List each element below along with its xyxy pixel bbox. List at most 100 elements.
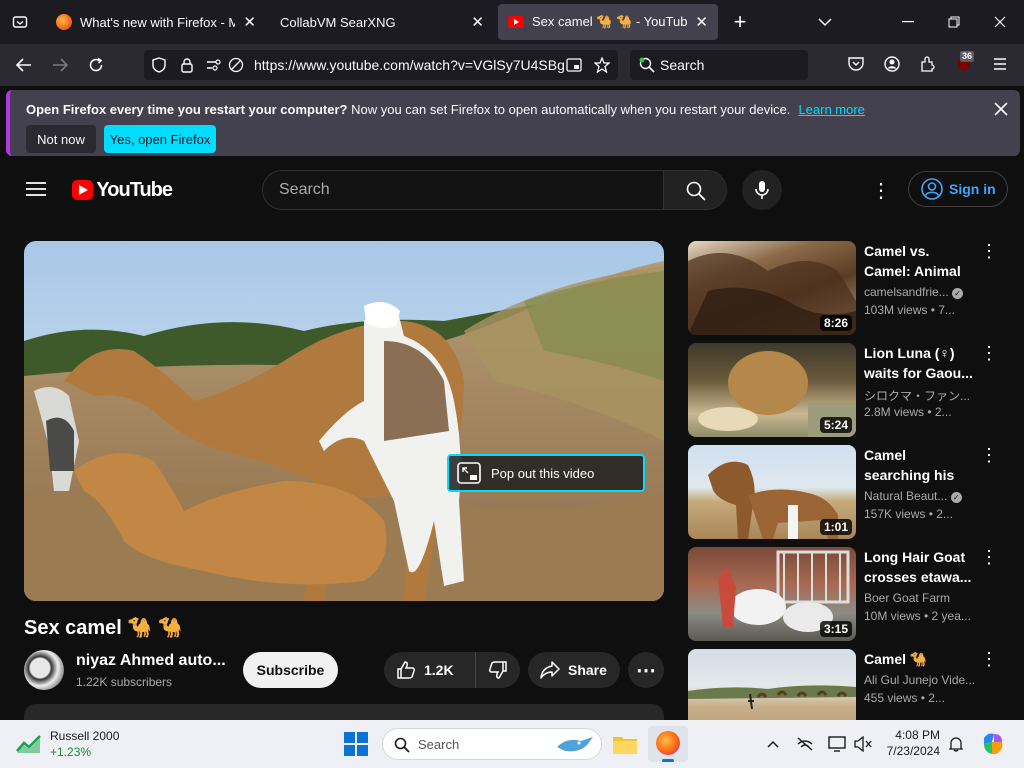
start-button[interactable]	[344, 732, 368, 756]
firefox-taskbar-icon[interactable]	[648, 726, 688, 762]
youtube-logo[interactable]: YouTube	[72, 178, 173, 202]
taskbar-search-input[interactable]: Search	[382, 728, 602, 760]
duration-badge: 1:01	[819, 519, 852, 535]
recommendation-item[interactable]: 1:01 Camel searching his partner Natural…	[688, 445, 1008, 539]
notification-bell-icon[interactable]	[946, 734, 966, 754]
like-count: 1.2K	[424, 662, 454, 678]
like-button[interactable]: 1.2K	[384, 652, 476, 688]
more-actions-button[interactable]: ⋯	[628, 652, 664, 688]
copilot-icon[interactable]	[980, 732, 1006, 756]
display-icon[interactable]	[826, 734, 848, 754]
video-thumbnail[interactable]: 5:24	[688, 343, 856, 437]
not-now-button[interactable]: Not now	[26, 125, 96, 153]
autoplay-blocked-icon[interactable]	[226, 56, 246, 74]
guide-menu-icon[interactable]	[24, 178, 48, 200]
kebab-menu-icon[interactable]: ⋮	[980, 649, 998, 670]
volume-muted-icon[interactable]	[852, 734, 874, 754]
share-button[interactable]: Share	[528, 652, 620, 688]
pocket-icon[interactable]	[846, 54, 866, 74]
picture-in-picture-icon[interactable]	[564, 56, 584, 74]
video-player[interactable]: Pop out this video	[24, 241, 664, 601]
account-icon[interactable]	[882, 54, 902, 74]
app-menu-icon[interactable]	[990, 54, 1010, 74]
close-window-button[interactable]	[988, 12, 1012, 32]
notification-message: Open Firefox every time you restart your…	[26, 102, 865, 117]
youtube-search-input[interactable]: Search	[262, 170, 664, 210]
dislike-button[interactable]	[476, 652, 520, 688]
recommendation-meta: 157K views • 2...	[864, 507, 953, 521]
recommendation-channel: シロクマ・ファン...	[864, 389, 971, 403]
kebab-menu-icon[interactable]: ⋮	[980, 241, 998, 262]
yes-open-firefox-button[interactable]: Yes, open Firefox	[104, 125, 216, 153]
recommendation-title[interactable]: Camel searching his partner	[864, 445, 976, 485]
youtube-search-button[interactable]	[663, 170, 727, 210]
lock-icon[interactable]	[178, 56, 196, 74]
permissions-icon[interactable]	[204, 56, 224, 74]
channel-name[interactable]: niyaz Ahmed auto...	[76, 652, 226, 670]
recommendation-title[interactable]: Lion Luna (♀) waits for Gaou...	[864, 343, 976, 383]
duration-badge: 5:24	[819, 417, 852, 433]
recommendation-title[interactable]: Long Hair Goat crosses etawa...	[864, 547, 976, 587]
notification-text: Now you can set Firefox to open automati…	[347, 102, 791, 117]
pop-out-video-button[interactable]: Pop out this video	[447, 454, 645, 492]
verified-icon: ✓	[950, 492, 962, 503]
video-thumbnail[interactable]: 1:01	[688, 445, 856, 539]
restore-button[interactable]	[942, 12, 966, 32]
url-bar[interactable]: https://www.youtube.com/watch?v=VGlSy7U4…	[144, 50, 618, 80]
browser-search-bar[interactable]: Search	[630, 50, 808, 80]
kebab-menu-icon[interactable]: ⋮	[980, 547, 998, 568]
recommendation-item[interactable]: 5:24 Lion Luna (♀) waits for Gaou... シロク…	[688, 343, 1008, 437]
recommendation-channel: camelsandfrie... ✓	[864, 285, 976, 299]
back-button[interactable]	[12, 54, 36, 76]
voice-search-button[interactable]	[742, 170, 782, 210]
close-notification-icon[interactable]	[990, 98, 1012, 120]
recommendation-item[interactable]: 8:26 Camel vs. Camel: Animal Attack... c…	[688, 241, 1008, 335]
close-tab-icon[interactable]: ✕	[243, 13, 256, 31]
video-thumbnail[interactable]: 3:15	[688, 547, 856, 641]
chevron-down-icon[interactable]	[814, 12, 836, 32]
close-tab-icon[interactable]: ✕	[695, 13, 708, 31]
reload-button[interactable]	[84, 54, 108, 76]
duration-badge: 8:26	[819, 315, 852, 331]
chevron-up-icon[interactable]	[764, 734, 782, 754]
new-tab-button[interactable]: +	[728, 9, 752, 34]
channel-avatar[interactable]	[24, 650, 64, 690]
clock[interactable]: 4:08 PM 7/23/2024	[880, 728, 940, 760]
clock-date: 7/23/2024	[886, 744, 940, 758]
tab-bar: What's new with Firefox - More ✕ CollabV…	[0, 0, 1024, 44]
kebab-menu-icon[interactable]: ⋮	[980, 445, 998, 466]
tab-youtube-active[interactable]: Sex camel 🐪 🐪 - YouTube ✕	[498, 4, 718, 40]
recommendation-item[interactable]: 3:15 Long Hair Goat crosses etawa... Boe…	[688, 547, 1008, 641]
minimize-button[interactable]	[896, 12, 920, 32]
notification-bold-text: Open Firefox every time you restart your…	[26, 102, 348, 117]
bookmark-star-icon[interactable]	[592, 56, 612, 74]
verified-icon: ✓	[952, 288, 964, 299]
network-offline-icon[interactable]	[794, 734, 816, 754]
search-icon	[394, 737, 410, 753]
shield-icon[interactable]	[150, 56, 168, 74]
sign-in-button[interactable]: Sign in	[908, 171, 1008, 207]
settings-kebab-icon[interactable]: ⋮	[870, 178, 892, 202]
subscriber-count: 1.22K subscribers	[76, 675, 173, 689]
stock-chart-icon	[16, 735, 41, 753]
subscribe-button[interactable]: Subscribe	[243, 652, 338, 688]
search-engine-icon[interactable]	[638, 56, 656, 74]
youtube-logo-text: YouTube	[96, 178, 173, 201]
learn-more-link[interactable]: Learn more	[798, 102, 864, 117]
video-thumbnail[interactable]: 8:26	[688, 241, 856, 335]
tab-list-icon[interactable]	[10, 12, 30, 32]
kebab-menu-icon[interactable]: ⋮	[980, 343, 998, 364]
extensions-icon[interactable]	[918, 54, 938, 74]
file-explorer-icon[interactable]	[612, 730, 640, 758]
stock-widget[interactable]: Russell 2000 +1.23%	[16, 728, 126, 760]
description-box[interactable]	[24, 704, 664, 720]
forward-button[interactable]	[48, 54, 72, 76]
recommendation-item[interactable]: Camel 🐪 Ali Gul Junejo Vide... 455 views…	[688, 649, 1008, 720]
recommendation-meta: 455 views • 2...	[864, 691, 945, 705]
recommendation-title[interactable]: Camel vs. Camel: Animal Attack...	[864, 241, 976, 281]
tab-collabvm-searxng[interactable]: CollabVM SearXNG ✕	[270, 4, 494, 40]
close-tab-icon[interactable]: ✕	[471, 13, 484, 31]
tab-whats-new[interactable]: What's new with Firefox - More ✕	[46, 4, 266, 40]
video-thumbnail[interactable]	[688, 649, 856, 720]
sign-in-label: Sign in	[949, 181, 996, 197]
